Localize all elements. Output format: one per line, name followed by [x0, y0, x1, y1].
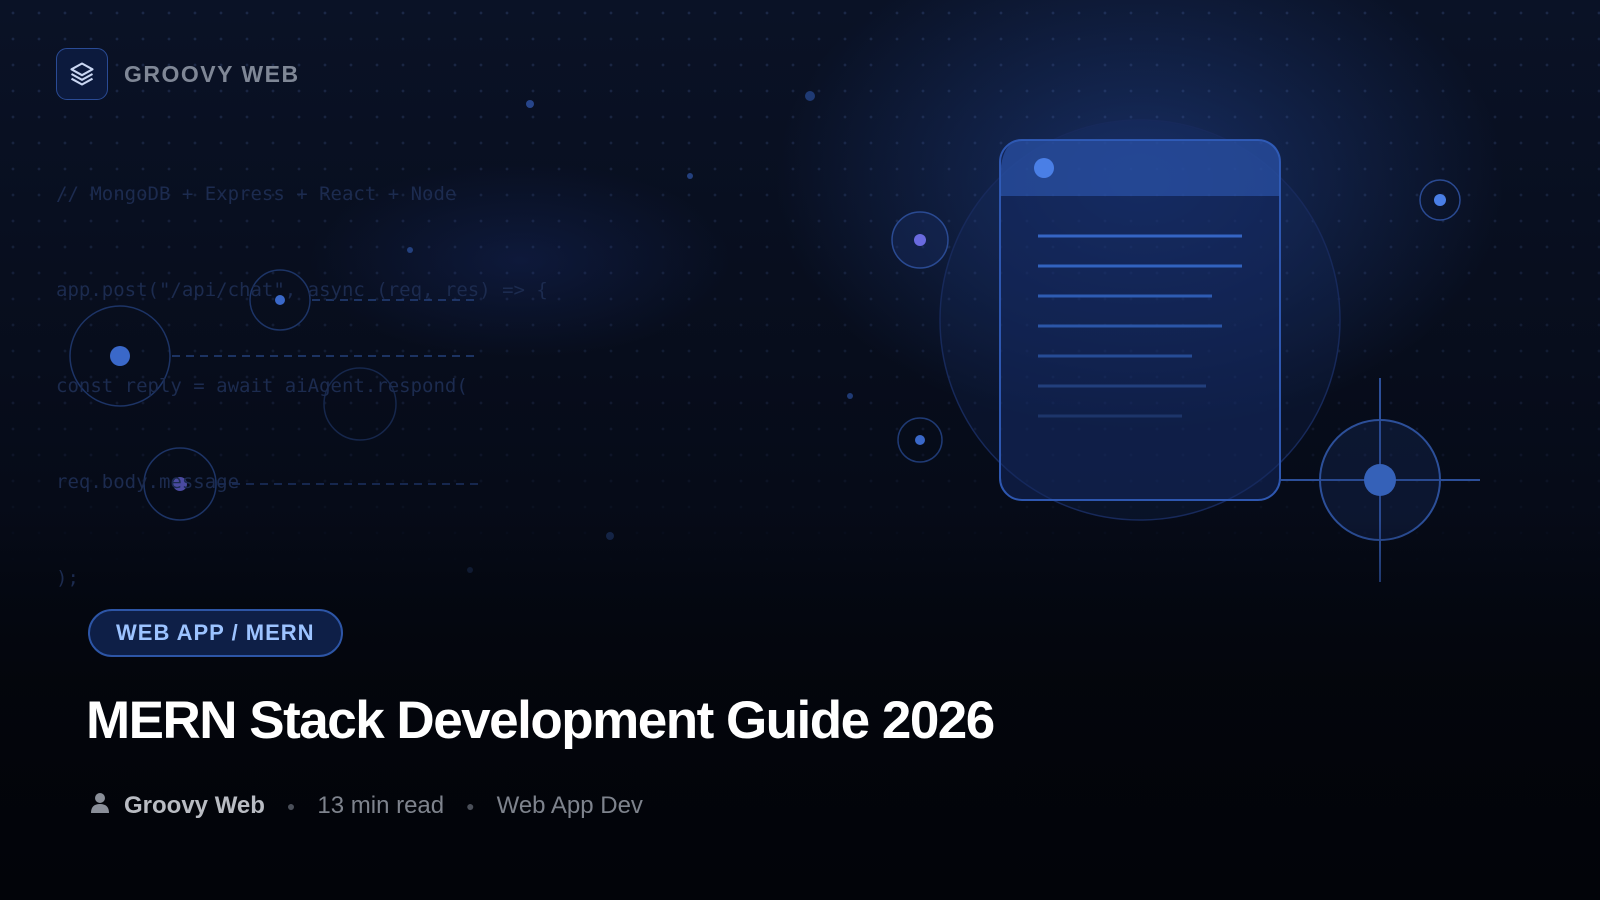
article-title: MERN Stack Development Guide 2026 — [86, 691, 995, 750]
layers-icon — [56, 48, 108, 100]
author-name[interactable]: Groovy Web — [124, 792, 265, 820]
document-icon — [999, 139, 1281, 501]
article-meta: Groovy Web ● 13 min read ● Web App Dev — [90, 788, 643, 824]
code-line: app.post("/api/chat", async (req, res) =… — [56, 279, 548, 301]
code-line: req.body.message — [56, 471, 240, 493]
brand-name: GROOVY WEB — [124, 60, 300, 87]
code-line: ); — [56, 567, 79, 589]
category-tag[interactable]: WEB APP / MERN — [88, 609, 343, 657]
code-line: const reply = await aiAgent.respond( — [56, 375, 468, 397]
separator-dot: ● — [466, 798, 475, 814]
separator-dot: ● — [286, 798, 296, 814]
code-snippet: // MongoDB + Express + React + Node app.… — [56, 114, 548, 658]
section-label[interactable]: Web App Dev — [497, 792, 643, 820]
read-time: 13 min read — [317, 792, 445, 819]
user-icon — [90, 792, 110, 821]
brand-logo[interactable]: GROOVY WEB — [56, 48, 300, 100]
code-line: // MongoDB + Express + React + Node — [56, 183, 457, 205]
hero-banner: GROOVY WEB // MongoDB + Express + React … — [0, 0, 1600, 900]
